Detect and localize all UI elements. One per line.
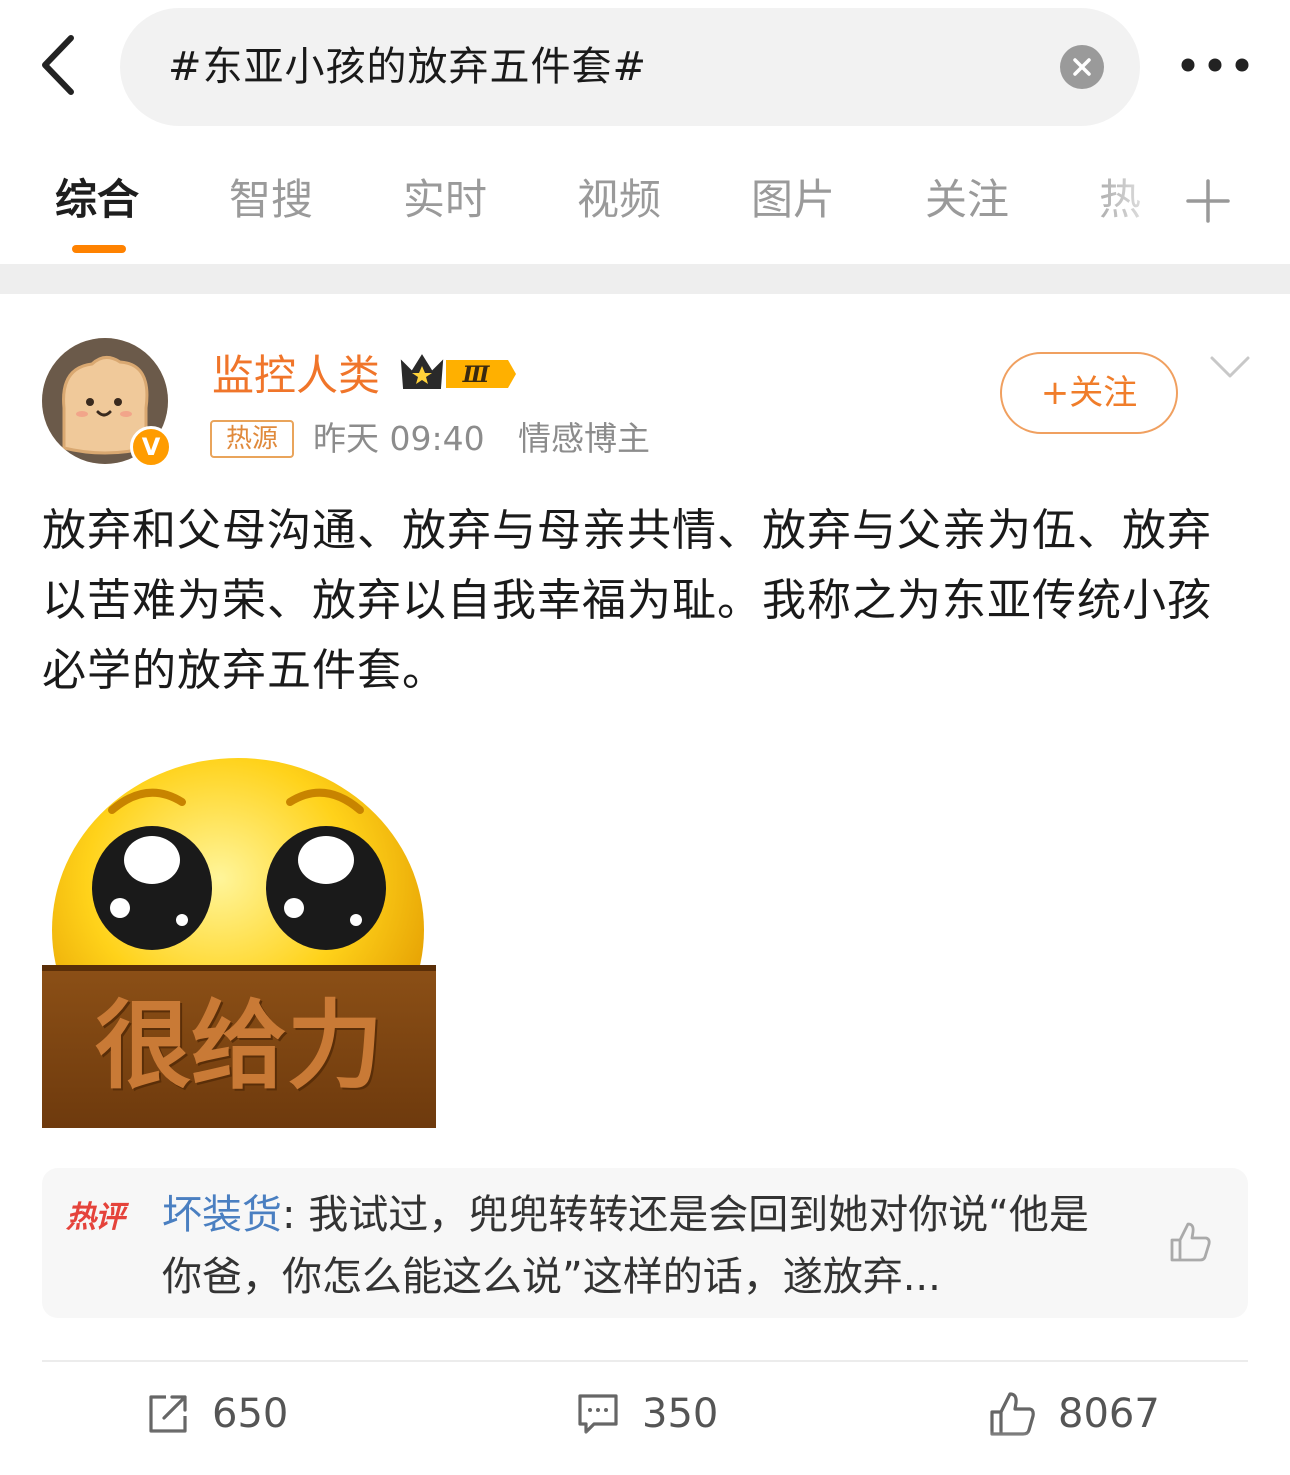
bottom-fade-overlay: [0, 1430, 1290, 1475]
tab-following[interactable]: 关注: [925, 170, 1009, 230]
comment-author[interactable]: 坏装货: [162, 1192, 282, 1238]
image-caption: 很给力: [95, 990, 383, 1102]
more-options-button[interactable]: [1170, 40, 1260, 90]
post-image[interactable]: 很给力: [42, 740, 436, 1128]
tab-video[interactable]: 视频: [577, 170, 661, 230]
author-name[interactable]: 监控人类: [212, 346, 380, 406]
hot-comment-label: 热评: [66, 1200, 125, 1235]
close-icon: [1073, 58, 1091, 76]
divider: [42, 1360, 1248, 1362]
tab-realtime[interactable]: 实时: [403, 170, 487, 230]
author-role: 情感博主: [518, 419, 650, 458]
search-tabs: 综合 智搜 实时 视频 图片 关注 热: [0, 150, 1290, 260]
emoji-sign: 很给力: [42, 965, 436, 1128]
hot-comment[interactable]: 热评 坏装货: 我试过，兜兜转转还是会回到她对你说“他是你爸，你怎么能这么说”这…: [42, 1168, 1248, 1318]
vip-crown-icon[interactable]: Ⅲ: [400, 352, 518, 396]
chevron-down-icon[interactable]: [1208, 350, 1252, 384]
clear-search-button[interactable]: [1060, 45, 1104, 89]
follow-button[interactable]: +关注: [1000, 352, 1178, 434]
more-dots-icon: [1181, 58, 1249, 72]
thumbs-up-icon[interactable]: [1168, 1220, 1212, 1264]
vip-level: Ⅲ: [462, 362, 491, 388]
plus-icon[interactable]: [1182, 175, 1234, 227]
active-tab-indicator: [72, 245, 126, 253]
chevron-left-icon: [42, 35, 74, 95]
emoji-face-icon: [52, 758, 424, 980]
top-bar: #东亚小孩的放弃五件套#: [0, 0, 1290, 135]
search-input[interactable]: #东亚小孩的放弃五件套#: [120, 8, 1140, 126]
back-button[interactable]: [22, 30, 92, 100]
tab-comprehensive[interactable]: 综合: [55, 170, 139, 230]
source-tag: 热源: [210, 420, 294, 458]
post-text: 放弃和父母沟通、放弃与母亲共情、放弃与父亲为伍、放弃以苦难为荣、放弃以自我幸福为…: [42, 505, 1212, 696]
post-time: 昨天 09:40: [313, 419, 485, 458]
search-query: #东亚小孩的放弃五件套#: [168, 44, 648, 90]
tab-images[interactable]: 图片: [751, 170, 835, 230]
verified-badge: V: [130, 426, 172, 468]
comment-body: : 我试过，兜兜转转还是会回到她对你说“他是你爸，你怎么能这么说”这样的话，遂放…: [162, 1192, 1089, 1300]
hot-comment-text: 坏装货: 我试过，兜兜转转还是会回到她对你说“他是你爸，你怎么能这么说”这样的话…: [162, 1184, 1122, 1308]
section-divider: [0, 264, 1290, 294]
tab-fade-overlay: [1080, 150, 1190, 260]
tab-smart-search[interactable]: 智搜: [229, 170, 313, 230]
